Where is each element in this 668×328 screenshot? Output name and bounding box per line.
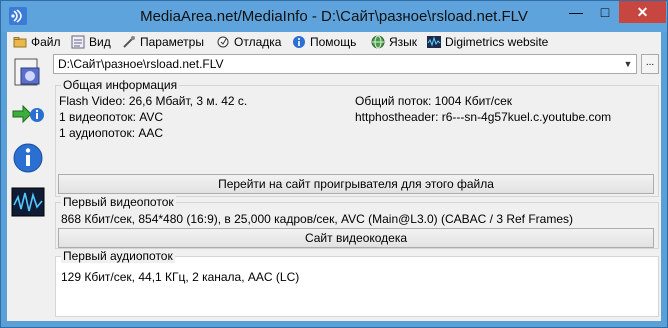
menu-params[interactable]: Параметры	[122, 34, 204, 50]
audio-stream-count: 1 аудиопоток: AAC	[59, 126, 164, 140]
digimetrics-logo-icon[interactable]	[11, 185, 45, 219]
browse-button[interactable]: ...	[641, 54, 659, 74]
sidebar	[7, 52, 53, 321]
audio-stream-title: Первый аудиопоток	[61, 249, 175, 263]
menu-help-label: Помощь	[310, 35, 357, 49]
menu-language-label: Язык	[389, 35, 418, 49]
view-icon	[71, 35, 85, 49]
close-button[interactable]: ✕	[619, 1, 666, 23]
mediainfo-window: MediaArea.net/MediaInfo - D:\Сайт\разное…	[0, 0, 668, 328]
maximize-button[interactable]: □	[590, 1, 620, 23]
video-stream-details: 868 Кбит/сек, 854*480 (16:9), в 25,000 к…	[61, 212, 574, 226]
menu-digimetrics-label: Digimetrics website	[445, 35, 549, 49]
video-stream-title: Первый видеопоток	[61, 195, 176, 209]
file-path-value: D:\Сайт\разное\rsload.net.FLV	[58, 57, 224, 71]
debug-icon	[217, 36, 229, 48]
http-host-header: httphostheader: r6---sn-4g57kuel.c.youtu…	[355, 110, 612, 124]
overall-bitrate: Общий поток: 1004 Кбит/сек	[355, 94, 513, 108]
menu-debug-label: Отладка	[234, 35, 282, 49]
export-info-icon[interactable]	[11, 97, 45, 131]
client-area: Файл Вид Параметры Отладка Помощь Язык D…	[7, 32, 661, 321]
menu-help[interactable]: Помощь	[292, 34, 356, 50]
menu-view-label: Вид	[89, 35, 111, 49]
open-file-icon[interactable]	[11, 56, 45, 90]
menu-view[interactable]: Вид	[71, 34, 111, 50]
title-bar[interactable]: MediaArea.net/MediaInfo - D:\Сайт\разное…	[1, 1, 667, 32]
general-info-title: Общая информация	[61, 78, 180, 92]
about-info-icon[interactable]	[11, 141, 45, 175]
player-website-button[interactable]: Перейти на сайт проигрывателя для этого …	[58, 174, 654, 194]
video-stream-count: 1 видеопоток: AVC	[59, 110, 164, 124]
menu-debug[interactable]: Отладка	[216, 34, 281, 50]
menu-file[interactable]: Файл	[13, 34, 61, 50]
menu-language[interactable]: Язык	[371, 34, 417, 50]
audio-stream-details: 129 Кбит/сек, 44,1 КГц, 2 канала, AAC (L…	[61, 270, 300, 284]
digimetrics-icon	[427, 36, 441, 48]
minimize-button[interactable]: —	[561, 1, 591, 23]
file-path-combobox[interactable]: D:\Сайт\разное\rsload.net.FLV ▼	[53, 54, 637, 74]
menu-digimetrics[interactable]: Digimetrics website	[427, 34, 548, 50]
menu-file-label: Файл	[31, 35, 61, 49]
audio-stream-group: Первый аудиопоток 129 Кбит/сек, 44,1 КГц…	[55, 249, 659, 317]
video-codec-website-button[interactable]: Сайт видеокодека	[58, 228, 654, 248]
general-info-group: Общая информация Flash Video: 26,6 Мбайт…	[55, 78, 659, 197]
globe-icon	[371, 35, 385, 49]
info-icon	[293, 36, 305, 48]
menu-bar: Файл Вид Параметры Отладка Помощь Язык D…	[7, 32, 661, 52]
settings-icon	[123, 36, 135, 48]
folder-icon	[13, 37, 27, 48]
menu-params-label: Параметры	[140, 35, 204, 49]
format-summary: Flash Video: 26,6 Мбайт, 3 м. 42 с.	[59, 94, 248, 108]
chevron-down-icon[interactable]: ▼	[620, 55, 636, 73]
video-stream-group: Первый видеопоток 868 Кбит/сек, 854*480 …	[55, 195, 659, 249]
